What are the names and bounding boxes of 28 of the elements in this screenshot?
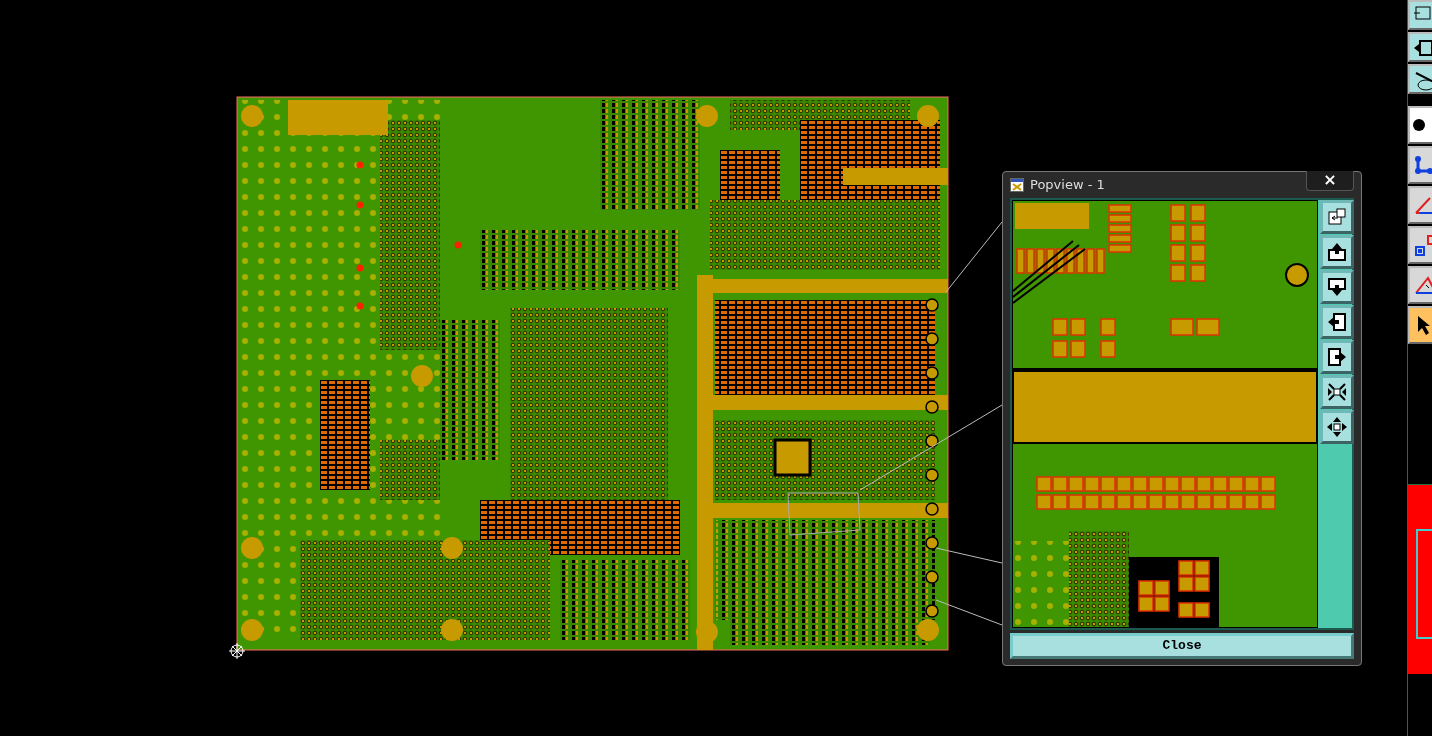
nodes-icon [1412, 153, 1432, 177]
view-tool-button[interactable] [1320, 234, 1354, 269]
view-tool-button[interactable] [1320, 269, 1354, 304]
leader-line [945, 221, 1003, 293]
view-tool-button[interactable] [1320, 409, 1354, 444]
leader-line [935, 599, 1003, 626]
toolbar-button[interactable] [1408, 106, 1432, 144]
toolbar-button[interactable] [1408, 64, 1432, 94]
view-tool-button[interactable] [1320, 199, 1354, 234]
squares-icon [1412, 233, 1432, 257]
toolbar-button[interactable] [1408, 306, 1432, 344]
view-tool-button[interactable] [1320, 304, 1354, 339]
windows-icon [1326, 205, 1348, 228]
dot-icon [1412, 118, 1426, 132]
arrow-right-icon [1326, 345, 1348, 368]
close-button[interactable]: × [1306, 170, 1354, 191]
pan-icon [1326, 415, 1348, 438]
window-icon [1010, 177, 1024, 192]
toolbar-button[interactable] [1408, 32, 1432, 62]
view-tool-button[interactable] [1320, 374, 1354, 409]
view-tool-button[interactable] [1320, 339, 1354, 374]
origin-marker-icon [228, 642, 246, 660]
close-button[interactable]: Close [1010, 632, 1354, 659]
window-title: Popview - 1 [1030, 177, 1106, 193]
leader-line [935, 547, 1003, 564]
arrow-left-icon [1326, 310, 1348, 333]
arrow-down-icon [1326, 275, 1348, 298]
zoom-in-icon [1326, 380, 1348, 403]
